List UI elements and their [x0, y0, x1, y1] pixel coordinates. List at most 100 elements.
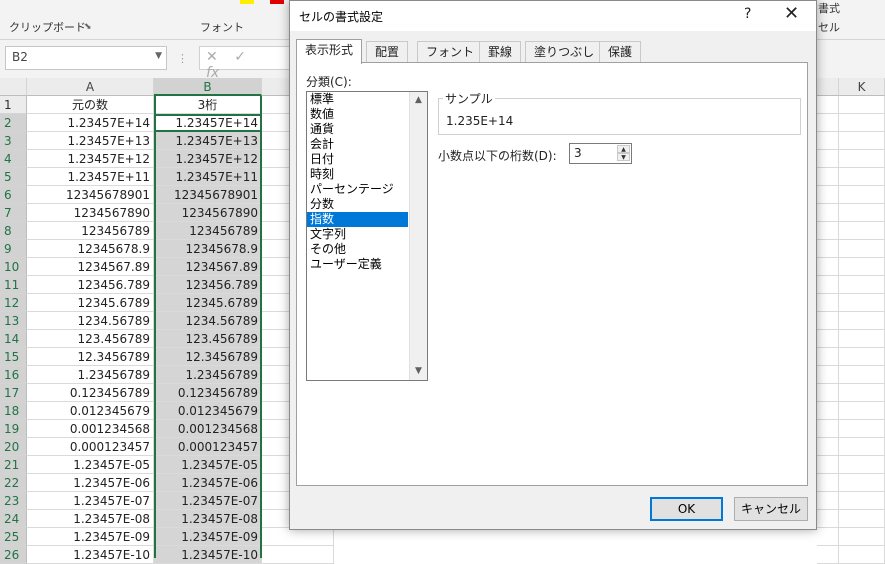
cell-j[interactable] — [817, 384, 839, 402]
cell-a[interactable]: 1.23457E-07 — [27, 492, 154, 510]
cell-j[interactable] — [817, 312, 839, 330]
row-header[interactable]: 24 — [0, 510, 27, 528]
cell-a[interactable]: 1.23457E-06 — [27, 474, 154, 492]
column-header-b[interactable]: B — [154, 78, 262, 96]
cell-a[interactable]: 1.23457E+14 — [27, 114, 154, 132]
column-header-j[interactable] — [817, 78, 839, 96]
decimal-places-stepper[interactable]: 3 ▲ ▼ — [569, 143, 632, 164]
confirm-entry-icon[interactable]: ✓ — [234, 49, 246, 65]
clipboard-launcher-icon[interactable]: ⬊ — [84, 22, 92, 32]
scroll-down-icon[interactable]: ▼ — [410, 363, 427, 380]
row-header[interactable]: 18 — [0, 402, 27, 420]
row-header[interactable]: 12 — [0, 294, 27, 312]
cell-j[interactable] — [817, 240, 839, 258]
cell-k[interactable] — [839, 150, 885, 168]
row-header[interactable]: 2 — [0, 114, 27, 132]
cell-j[interactable] — [817, 528, 839, 546]
ok-button[interactable]: OK — [650, 497, 723, 521]
cell-a[interactable]: 1234567890 — [27, 204, 154, 222]
cell-k[interactable] — [839, 510, 885, 528]
cell-j[interactable] — [817, 330, 839, 348]
name-box[interactable]: B2 ▼ — [5, 46, 167, 70]
category-scrollbar[interactable]: ▲ ▼ — [409, 92, 427, 380]
category-list[interactable]: 標準 数値 通貨 会計 日付 時刻 パーセンテージ 分数 指数 文字列 その他 ユーザー定義 ▲ ▼ — [306, 91, 428, 381]
cell-k[interactable] — [839, 222, 885, 240]
cell-k[interactable] — [839, 474, 885, 492]
tab-fill[interactable]: 塗りつぶし — [525, 41, 604, 63]
format-button[interactable]: 書式 — [818, 0, 840, 16]
cell-a[interactable]: 123456.789 — [27, 276, 154, 294]
cell-c[interactable] — [262, 528, 334, 546]
cell-j[interactable] — [817, 186, 839, 204]
cell-k[interactable] — [839, 312, 885, 330]
cell-a[interactable]: 123456789 — [27, 222, 154, 240]
cell-b[interactable]: 1.23457E-06 — [154, 474, 262, 492]
cell-k[interactable] — [839, 456, 885, 474]
cell-a[interactable]: 1234567.89 — [27, 258, 154, 276]
row-header[interactable]: 23 — [0, 492, 27, 510]
row-header[interactable]: 21 — [0, 456, 27, 474]
cell-j[interactable] — [817, 348, 839, 366]
cell-a[interactable]: 1.23457E+11 — [27, 168, 154, 186]
cell-j[interactable] — [817, 366, 839, 384]
cell-b[interactable]: 1234567890 — [154, 204, 262, 222]
cell-k[interactable] — [839, 402, 885, 420]
cell-a[interactable]: 12345678901 — [27, 186, 154, 204]
header-cell-a[interactable]: 元の数 — [27, 96, 154, 114]
help-button[interactable]: ? — [744, 6, 751, 22]
tab-protection[interactable]: 保護 — [599, 41, 642, 63]
cell-b[interactable]: 123.456789 — [154, 330, 262, 348]
cell-j[interactable] — [817, 114, 839, 132]
cell-k[interactable] — [839, 420, 885, 438]
cell-j[interactable] — [817, 276, 839, 294]
cell-b[interactable]: 12345678901 — [154, 186, 262, 204]
cell-k[interactable] — [839, 366, 885, 384]
cell-b[interactable]: 0.012345679 — [154, 402, 262, 420]
tab-number[interactable]: 表示形式 — [296, 39, 363, 64]
cell-j[interactable] — [817, 294, 839, 312]
cell-j[interactable] — [817, 132, 839, 150]
cell-k[interactable] — [839, 384, 885, 402]
cell-a[interactable]: 1.23457E-08 — [27, 510, 154, 528]
cell-k[interactable] — [839, 492, 885, 510]
highlight-color-swatch[interactable] — [240, 0, 254, 4]
cancel-button[interactable]: キャンセル — [734, 497, 808, 521]
row-header[interactable]: 15 — [0, 348, 27, 366]
cell-a[interactable]: 0.001234568 — [27, 420, 154, 438]
cell-k[interactable] — [839, 132, 885, 150]
cell-k[interactable] — [839, 168, 885, 186]
cell-k[interactable] — [839, 276, 885, 294]
cell-k[interactable] — [839, 258, 885, 276]
cell-j[interactable] — [817, 96, 839, 114]
cell-a[interactable]: 1.23457E+12 — [27, 150, 154, 168]
row-header[interactable]: 25 — [0, 528, 27, 546]
cell-b[interactable]: 1.23457E-10 — [154, 546, 262, 564]
cell-c[interactable] — [262, 546, 334, 564]
cell-b[interactable]: 1.23457E+11 — [154, 168, 262, 186]
cell-j[interactable] — [817, 258, 839, 276]
cell-j[interactable] — [817, 492, 839, 510]
row-header[interactable]: 5 — [0, 168, 27, 186]
cell-k[interactable] — [839, 240, 885, 258]
row-header[interactable]: 17 — [0, 384, 27, 402]
cell-b[interactable]: 1.23457E+12 — [154, 150, 262, 168]
cell-k[interactable] — [839, 438, 885, 456]
row-header[interactable]: 22 — [0, 474, 27, 492]
cell-j[interactable] — [817, 420, 839, 438]
cell-j[interactable] — [817, 456, 839, 474]
cell-j[interactable] — [817, 168, 839, 186]
cell-k[interactable] — [839, 186, 885, 204]
cell-a[interactable]: 0.000123457 — [27, 438, 154, 456]
cell-b[interactable]: 1234567.89 — [154, 258, 262, 276]
cell-a[interactable]: 1.23457E-10 — [27, 546, 154, 564]
cell-b[interactable]: 1.23457E-09 — [154, 528, 262, 546]
cell-a[interactable]: 12.3456789 — [27, 348, 154, 366]
cell-a[interactable]: 0.012345679 — [27, 402, 154, 420]
tab-border[interactable]: 罫線 — [479, 41, 522, 63]
cell-k[interactable] — [839, 528, 885, 546]
row-header[interactable]: 14 — [0, 330, 27, 348]
row-header[interactable]: 16 — [0, 366, 27, 384]
cell-a[interactable]: 1.23457E-05 — [27, 456, 154, 474]
active-cell[interactable]: 1.23457E+14 — [154, 114, 262, 132]
spin-up-icon[interactable]: ▲ — [617, 145, 630, 153]
